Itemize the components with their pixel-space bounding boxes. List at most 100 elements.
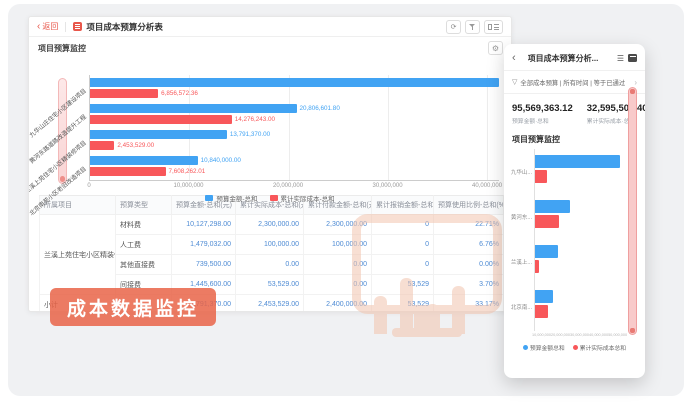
bar-value-label: 6,856,572.36 [161,89,198,98]
panel-legend: 预算金额总和 累计实际成本总和 [512,343,637,352]
x-tick-label: 20,000,000 [273,183,303,189]
budget-bar[interactable] [535,155,620,168]
panel-bar-chart: 九华山...黄河东...兰溪上...北京南... [512,149,637,331]
legend-swatch-blue [205,195,213,201]
titlebar-divider [65,22,66,32]
stat-label: 预算金额·总和 [512,116,573,125]
value-cell: 100,000.00 [304,235,372,255]
view-toggle-button[interactable] [484,20,503,34]
chart-section-title: 项目预算监控 [38,43,86,54]
category-label: 九华山... [511,168,532,176]
budget-bar[interactable] [535,245,558,258]
panel-funnel-icon: ▽ [512,78,517,86]
value-cell: 0.00 [236,255,304,275]
legend-dot-blue [523,345,528,350]
x-tick-label: 10,000,000 [532,333,551,337]
x-tick-label: 30,000,000 [570,333,589,337]
value-cell: 0.00 [304,275,372,295]
actual-cost-bar[interactable] [535,170,547,183]
value-cell: 2,300,000.00 [304,215,372,235]
panel-x-axis-labels: 10,000,00020,000,00030,000,00040,000,000… [512,333,637,337]
bar-value-label: 14,276,243.00 [235,115,275,124]
legend-label: 预算金额总和 [530,343,565,352]
divider [504,70,645,71]
x-tick-label: 10,000,000 [173,183,203,189]
back-button[interactable]: ‹ 返回 [37,21,58,32]
project-cell: 兰溪上苑住宅小区精装修第... [40,215,116,295]
actual-cost-bar[interactable] [90,115,232,124]
bar-group: 九华山... [535,152,623,192]
bar-group: 10,840,000.007,608,262.01 [90,154,499,180]
legend-label: 累计实际成本-总和 [281,193,335,203]
legend-item-budget[interactable]: 预算金额-总和 [205,193,257,203]
value-cell: 0 [372,215,434,235]
panel-card-view-icon[interactable] [628,54,637,62]
panel-list-view-icon[interactable]: ☰ [617,54,624,63]
panel-back-button[interactable]: ‹ [512,53,516,64]
legend-label: 累计实际成本总和 [580,343,626,352]
budget-chart-section: 项目预算监控 ⚙ 6,856,572.36 20,806,601.80 14,276… [29,37,511,195]
value-cell: 2,400,000.00 [304,295,372,313]
value-cell: 2,300,000.00 [236,215,304,235]
bar-value-label: 2,453,529.00 [117,141,154,150]
x-tick-label: 30,000,000 [373,183,403,189]
stat-budget-total: 95,569,363.12 预算金额·总和 [512,103,573,125]
window-titlebar: ‹ 返回 项目成本预算分析表 ⟳ [29,17,511,37]
bar-value-label: 7,608,262.01 [169,167,206,176]
main-bar-chart: 6,856,572.3620,806,601.8014,276,243.0013… [89,75,499,181]
bar-value-label: 20,806,601.80 [300,104,340,113]
actual-cost-bar[interactable] [90,141,114,150]
budget-bar[interactable] [90,130,227,139]
chevron-right-icon: › [634,78,637,87]
legend-item-actual-cost[interactable]: 累计实际成本-总和 [270,193,335,203]
budget-type-cell: 人工费 [116,235,172,255]
actual-cost-bar[interactable] [535,215,559,228]
budget-type-cell: 其他直接费 [116,255,172,275]
cost-data-monitoring-badge: 成本数据监控 [50,288,216,326]
panel-legend-item-budget[interactable]: 预算金额总和 [523,343,565,352]
value-cell: 0 [372,255,434,275]
budget-bar[interactable] [90,104,297,113]
panel-legend-item-actual[interactable]: 累计实际成本总和 [573,343,626,352]
x-tick-label: 50,000,000 [608,333,627,337]
panel-chart-scrollbar[interactable] [628,87,637,335]
refresh-button[interactable]: ⟳ [446,20,461,34]
value-cell: 53,529 [372,295,434,313]
value-cell: 1,479,032.00 [172,235,236,255]
panel-title: 项目成本预算分析... [528,53,613,64]
x-tick-label: 0 [87,183,90,189]
filter-button[interactable] [465,20,480,34]
panel-filter-text: 全部成本预算 | 所有时间 | 等于已通过 [520,78,631,87]
budget-bar[interactable] [535,290,553,303]
actual-cost-bar[interactable] [90,167,166,176]
category-label: 兰溪上... [511,258,532,266]
window-title: 项目成本预算分析表 [86,21,163,33]
panel-stats: 95,569,363.12 预算金额·总和 32,595,506.40 累计实际… [512,98,637,128]
chart-settings-button[interactable]: ⚙ [488,41,503,55]
gear-icon: ⚙ [492,44,499,53]
actual-cost-bar[interactable] [535,260,539,273]
actual-cost-bar[interactable] [535,305,548,318]
category-label: 北京南... [511,303,532,311]
legend-dot-red [573,345,578,350]
value-cell: 33.17% [434,295,504,313]
refresh-icon: ⟳ [451,23,457,31]
main-window: ‹ 返回 项目成本预算分析表 ⟳ 项目预算监控 ⚙ 6,856,572.36 20… [28,16,512,312]
panel-filter-bar[interactable]: ▽ 全部成本预算 | 所有时间 | 等于已通过 › [512,75,637,89]
value-cell: 6.76% [434,235,504,255]
value-cell: 3.70% [434,275,504,295]
budget-bar[interactable] [535,200,570,213]
legend-swatch-red [270,195,278,201]
chart-legend: 预算金额-总和 累计实际成本-总和 [29,193,511,203]
stat-value: 95,569,363.12 [512,103,573,114]
value-cell: 0.00 [304,255,372,275]
table-row: 兰溪上苑住宅小区精装修第...材料费10,127,298.002,300,000… [40,215,504,235]
actual-cost-bar[interactable] [90,89,158,98]
budget-bar[interactable] [90,78,499,87]
report-icon [73,22,82,31]
budget-bar[interactable] [90,156,198,165]
value-cell: 53,529 [372,275,434,295]
bar-group: 20,806,601.80 14,276,243.00 [90,102,499,128]
card-view-icon [488,24,492,30]
value-cell: 53,529.00 [236,275,304,295]
